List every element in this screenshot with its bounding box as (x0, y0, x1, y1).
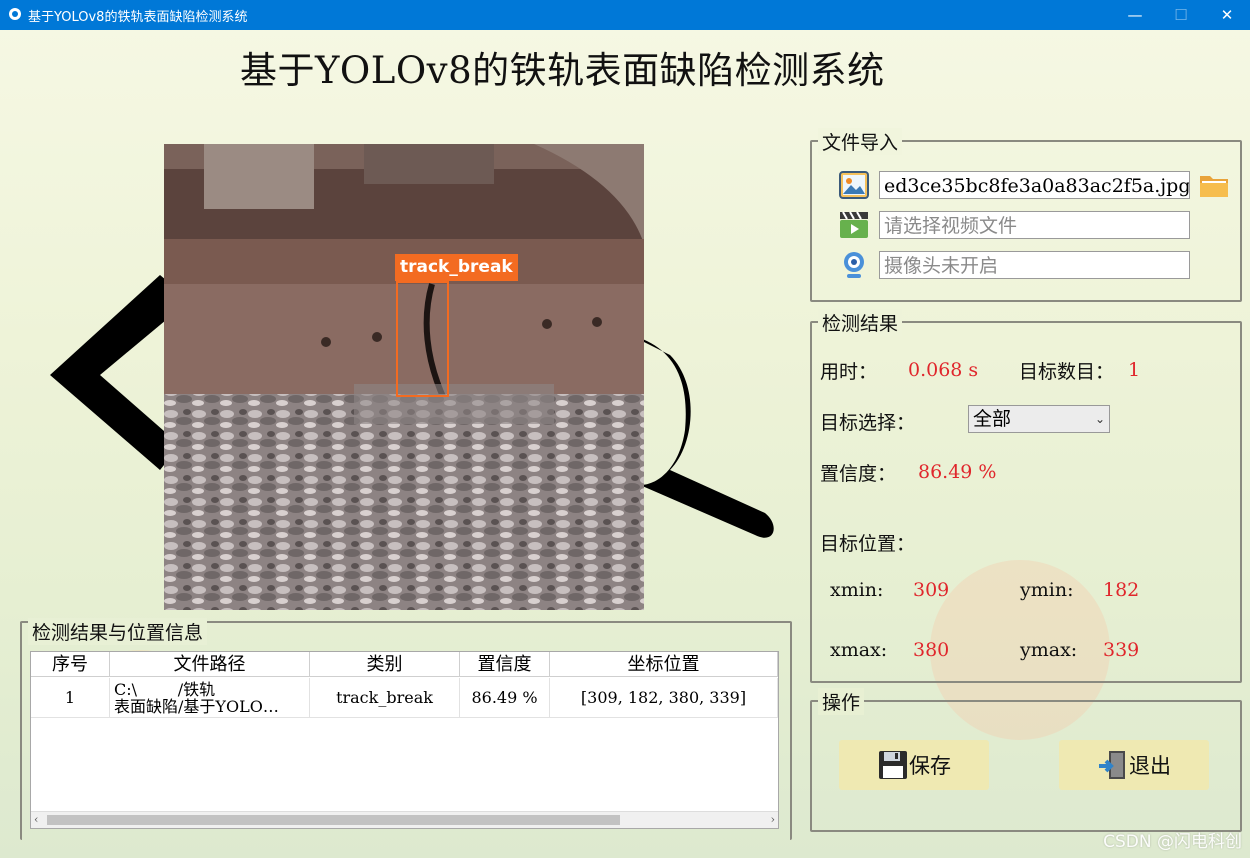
image-file-field[interactable]: ed3ce35bc8fe3a0a83ac2f5a.jpg (879, 171, 1190, 199)
table-cell-coordinates[interactable]: [309, 182, 380, 339] (550, 678, 778, 718)
webcam-icon[interactable] (840, 250, 868, 280)
scroll-left-icon[interactable]: ‹ (34, 812, 38, 828)
time-value: 0.068 s (908, 359, 979, 381)
table-cell-path-line1: C:\ /铁轨 (114, 679, 216, 699)
table-header-path[interactable]: 文件路径 (110, 652, 310, 677)
app-icon (9, 8, 21, 20)
ymax-value: 339 (1103, 639, 1140, 661)
folder-icon[interactable] (1198, 170, 1230, 200)
exit-door-icon (1099, 751, 1125, 779)
watermark: CSDN @闪电科创 (1103, 832, 1242, 852)
exit-button[interactable]: 退出 (1059, 740, 1209, 790)
video-icon[interactable] (838, 210, 870, 240)
table-cell-path-line2: 表面缺陷/基于YOLO… (114, 696, 279, 716)
ymin-value: 182 (1103, 579, 1140, 601)
scrollbar-thumb[interactable] (47, 815, 620, 825)
ymin-label: ymin: (1020, 579, 1074, 601)
detection-box (396, 281, 449, 397)
save-button-label: 保存 (909, 754, 951, 778)
target-position-label: 目标位置： (820, 533, 916, 555)
table-header-class[interactable]: 类别 (310, 652, 460, 677)
close-icon[interactable]: ✕ (1204, 0, 1250, 30)
table-cell-index[interactable]: 1 (31, 678, 110, 718)
target-select-label: 目标选择： (820, 412, 916, 434)
table-header-confidence[interactable]: 置信度 (460, 652, 550, 677)
target-select-value: 全部 (973, 408, 1012, 430)
target-count-label: 目标数目： (1019, 361, 1115, 383)
confidence-label: 置信度： (820, 463, 897, 485)
xmax-label: xmax: (830, 639, 888, 661)
file-import-title: 文件导入 (818, 128, 903, 155)
xmax-value: 380 (913, 639, 950, 661)
chevron-down-icon: ⌄ (1094, 412, 1105, 426)
detection-image-view: track_break (164, 144, 644, 610)
image-icon[interactable] (839, 170, 869, 200)
time-label: 用时： (820, 361, 878, 383)
camera-status-field[interactable]: 摄像头未开启 (879, 251, 1190, 279)
table-header-index[interactable]: 序号 (31, 652, 110, 677)
target-count-value: 1 (1128, 359, 1141, 381)
detection-label: track_break (395, 254, 518, 281)
save-button[interactable]: 保存 (839, 740, 989, 790)
table-cell-class[interactable]: track_break (310, 678, 460, 718)
confidence-value: 86.49 % (918, 461, 997, 483)
minimize-icon[interactable]: — (1112, 0, 1158, 30)
scroll-right-icon[interactable]: › (771, 812, 775, 828)
xmin-label: xmin: (830, 579, 884, 601)
window-title: 基于YOLOv8的铁轨表面缺陷检测系统 (28, 10, 248, 25)
ymax-label: ymax: (1020, 639, 1078, 661)
result-table[interactable]: 序号 文件路径 类别 置信度 坐标位置 1 C:\ /铁轨 表面缺陷/基于YOL… (30, 651, 779, 829)
horizontal-scrollbar[interactable]: ‹ › (31, 811, 778, 828)
table-cell-path[interactable]: C:\ /铁轨 表面缺陷/基于YOLO… (110, 678, 310, 718)
maximize-icon[interactable]: ☐ (1158, 0, 1204, 30)
xmin-value: 309 (913, 579, 950, 601)
video-file-field[interactable]: 请选择视频文件 (879, 211, 1190, 239)
table-header-coordinates[interactable]: 坐标位置 (550, 652, 778, 677)
detection-results-title: 检测结果 (818, 309, 903, 336)
exit-button-label: 退出 (1129, 754, 1171, 778)
result-table-title: 检测结果与位置信息 (28, 618, 208, 645)
page-title: 基于YOLOv8的铁轨表面缺陷检测系统 (240, 49, 885, 92)
table-cell-confidence[interactable]: 86.49 % (460, 678, 550, 718)
floppy-disk-icon (879, 751, 907, 779)
target-select-dropdown[interactable]: 全部 ⌄ (968, 405, 1110, 433)
window-titlebar: 基于YOLOv8的铁轨表面缺陷检测系统 — ☐ ✕ (0, 0, 1250, 30)
operations-title: 操作 (818, 688, 865, 715)
